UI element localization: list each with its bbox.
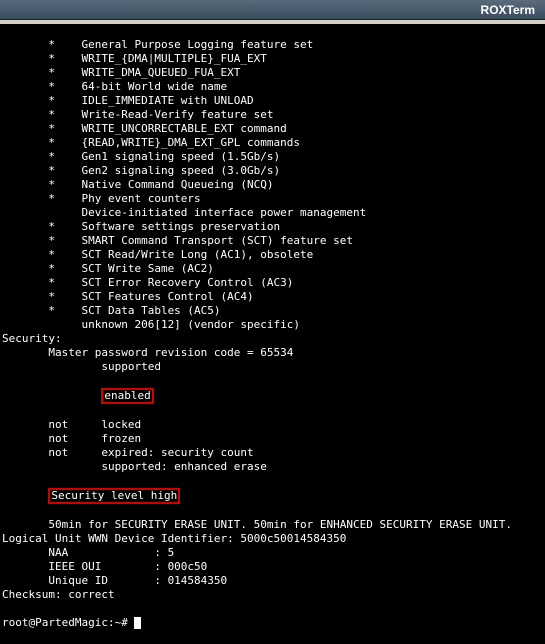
terminal-line: * Software settings preservation <box>2 220 543 234</box>
terminal-line: IEEE OUI : 000c50 <box>2 560 543 574</box>
terminal-line: * SCT Data Tables (AC5) <box>2 304 543 318</box>
terminal-output: * General Purpose Logging feature set * … <box>0 24 545 644</box>
indent <box>2 389 101 402</box>
terminal-line: * SMART Command Transport (SCT) feature … <box>2 234 543 248</box>
terminal-line: not expired: security count <box>2 446 543 460</box>
terminal-line: * SCT Read/Write Long (AC1), obsolete <box>2 248 543 262</box>
terminal-line: * Gen1 signaling speed (1.5Gb/s) <box>2 150 543 164</box>
terminal-line: supported: enhanced erase <box>2 460 543 474</box>
terminal-line: NAA : 5 <box>2 546 543 560</box>
shell-prompt[interactable]: root@PartedMagic:~# <box>2 616 134 629</box>
terminal-line: * Gen2 signaling speed (3.0Gb/s) <box>2 164 543 178</box>
terminal-line: * SCT Features Control (AC4) <box>2 290 543 304</box>
terminal-line: * SCT Error Recovery Control (AC3) <box>2 276 543 290</box>
terminal-line: * Phy event counters <box>2 192 543 206</box>
terminal-line: * SCT Write Same (AC2) <box>2 262 543 276</box>
terminal-line: Master password revision code = 65534 <box>2 346 543 360</box>
terminal-line: * WRITE_UNCORRECTABLE_EXT command <box>2 122 543 136</box>
highlight-security-level: Security level high <box>48 488 180 504</box>
cursor <box>134 617 141 629</box>
terminal-line: * General Purpose Logging feature set <box>2 38 543 52</box>
terminal-line: Device-initiated interface power managem… <box>2 206 543 220</box>
terminal-line: * IDLE_IMMEDIATE with UNLOAD <box>2 94 543 108</box>
terminal-line: Checksum: correct <box>2 588 543 602</box>
terminal-line: Security: <box>2 332 543 346</box>
terminal-line: * Native Command Queueing (NCQ) <box>2 178 543 192</box>
terminal-line: * Write-Read-Verify feature set <box>2 108 543 122</box>
terminal-line: not frozen <box>2 432 543 446</box>
terminal-line: * 64-bit World wide name <box>2 80 543 94</box>
terminal-line: not locked <box>2 418 543 432</box>
indent <box>2 489 48 502</box>
terminal-line: * WRITE_DMA_QUEUED_FUA_EXT <box>2 66 543 80</box>
terminal-line: supported <box>2 360 543 374</box>
terminal-line: 50min for SECURITY ERASE UNIT. 50min for… <box>2 518 543 532</box>
terminal-line: * {READ,WRITE}_DMA_EXT_GPL commands <box>2 136 543 150</box>
window-title: ROXTerm <box>481 3 535 17</box>
window-titlebar: ROXTerm <box>0 0 545 20</box>
terminal-line: * WRITE_{DMA|MULTIPLE}_FUA_EXT <box>2 52 543 66</box>
terminal-line: Unique ID : 014584350 <box>2 574 543 588</box>
highlight-enabled: enabled <box>101 388 153 404</box>
terminal-line: unknown 206[12] (vendor specific) <box>2 318 543 332</box>
terminal-line: Logical Unit WWN Device Identifier: 5000… <box>2 532 543 546</box>
